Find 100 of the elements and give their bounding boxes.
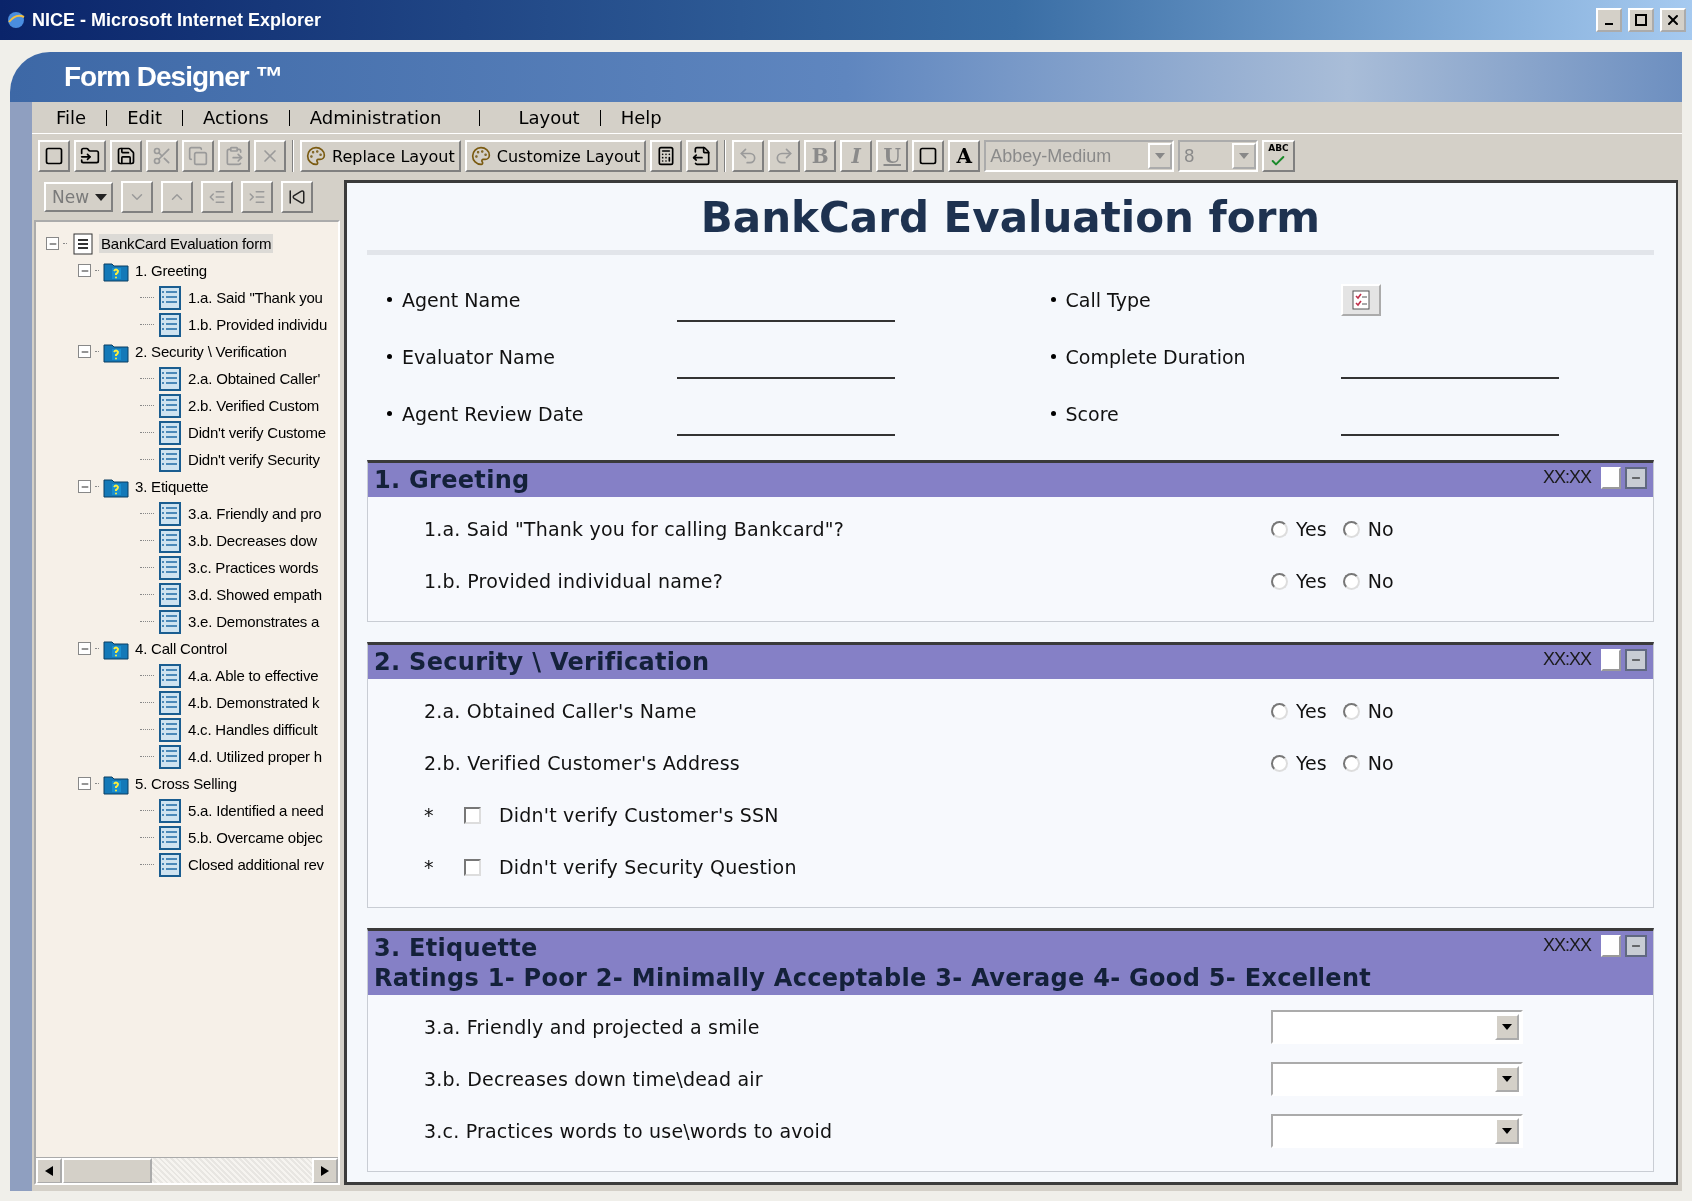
tree-item[interactable]: Didn't verify Security <box>186 450 322 469</box>
layout-button[interactable]: Replace Layout <box>300 140 461 172</box>
indent-icon <box>248 188 267 206</box>
tree-item[interactable]: 2. Security \ Verification <box>133 342 289 361</box>
calculator-button[interactable] <box>650 140 683 172</box>
scrollbar[interactable] <box>36 1157 338 1183</box>
tree-item[interactable]: 1.b. Provided individu <box>186 315 330 334</box>
tree-item[interactable]: 4.c. Handles difficult <box>186 720 320 739</box>
save-button[interactable] <box>110 140 142 172</box>
maximize-button[interactable] <box>1628 8 1654 32</box>
section-subtitle: Ratings 1- Poor 2- Minimally Acceptable 3- Average 4- Good 5- Excellent <box>374 963 1373 993</box>
collapse-button[interactable] <box>1625 467 1647 489</box>
dropdown-arrow-icon <box>1239 153 1250 159</box>
question-text: 2.a. Obtained Caller's Name <box>424 700 698 722</box>
tree-item[interactable]: 3.b. Decreases dow <box>186 531 319 550</box>
table-icon <box>158 312 182 337</box>
minimize-button[interactable] <box>1596 8 1622 32</box>
bullet-icon <box>1050 354 1056 359</box>
export-icon <box>692 146 713 166</box>
dropdown-arrow-icon <box>1502 1076 1512 1082</box>
tree-item[interactable]: 4.b. Demonstrated k <box>186 693 322 712</box>
rating-dropdown[interactable] <box>1271 1114 1523 1148</box>
spellcheck-button[interactable]: ABC <box>1262 140 1295 172</box>
menu-item[interactable]: Edit <box>113 107 176 128</box>
form-title: BankCard Evaluation form <box>367 183 1654 255</box>
collapse-toggle[interactable] <box>78 345 91 358</box>
question-text: 3.b. Decreases down time\dead air <box>424 1068 764 1090</box>
scroll-left-icon <box>45 1166 53 1176</box>
tree-item[interactable]: Closed additional rev <box>186 855 326 874</box>
collapse-toggle[interactable] <box>78 642 91 655</box>
tree-item[interactable]: 5.a. Identified a need <box>186 801 326 820</box>
new-button[interactable] <box>38 140 70 172</box>
radio-button[interactable] <box>1271 702 1288 720</box>
table-icon <box>158 393 182 418</box>
section-title: 3. Etiquette <box>374 933 539 963</box>
radio-button[interactable] <box>1342 702 1360 720</box>
menu-item[interactable]: File <box>42 107 101 128</box>
section-time: XX:XX <box>1542 935 1591 956</box>
bullet-icon <box>1050 411 1056 416</box>
checkbox[interactable] <box>464 806 481 824</box>
tree-item[interactable]: 3. Etiquette <box>133 477 211 496</box>
menu-item[interactable]: Layout <box>504 107 594 128</box>
radio-button[interactable] <box>1342 520 1360 538</box>
first-button[interactable] <box>281 181 314 213</box>
tree-item[interactable]: 3.a. Friendly and pro <box>186 504 324 523</box>
table-icon <box>158 690 182 715</box>
tree-item[interactable]: 1.a. Said "Thank you <box>186 288 325 307</box>
option-label: Yes <box>1296 570 1327 592</box>
color-button[interactable] <box>912 140 945 172</box>
section-time: XX:XX <box>1542 649 1591 670</box>
export-button[interactable] <box>686 140 719 172</box>
tree-item[interactable]: 3.e. Demonstrates a <box>186 612 322 631</box>
table-icon <box>158 663 182 688</box>
table-icon <box>158 852 182 877</box>
palette-icon <box>470 146 491 166</box>
menu-item[interactable]: Actions <box>189 107 283 128</box>
layout-button[interactable]: Customize Layout <box>464 140 647 172</box>
radio-button[interactable] <box>1342 572 1360 590</box>
collapse-toggle[interactable] <box>78 480 91 493</box>
tree-item[interactable]: 2.a. Obtained Caller' <box>186 369 323 388</box>
tree-item[interactable]: BankCard Evaluation form <box>99 234 274 253</box>
collapse-button[interactable] <box>1625 935 1647 957</box>
copy-icon <box>188 146 208 166</box>
format-button[interactable]: A <box>948 140 981 172</box>
tree-item[interactable]: 2.b. Verified Custom <box>186 396 322 415</box>
open-button[interactable] <box>74 140 106 172</box>
save-icon <box>116 146 136 166</box>
tree-item[interactable]: 5. Cross Selling <box>133 774 239 793</box>
question-text: Didn't verify Customer's SSN <box>499 804 780 826</box>
question-text: 3.c. Practices words to use\words to avoid <box>424 1120 834 1142</box>
radio-button[interactable] <box>1271 520 1288 538</box>
checkbox[interactable] <box>464 858 481 876</box>
tree-item[interactable]: Didn't verify Custome <box>186 423 328 442</box>
picker-button[interactable] <box>1340 283 1381 316</box>
tree-item[interactable]: 4. Call Control <box>133 639 230 658</box>
rating-dropdown[interactable] <box>1271 1010 1523 1044</box>
table-icon <box>158 555 182 580</box>
menu-item[interactable]: Administration <box>295 107 456 128</box>
rating-dropdown[interactable] <box>1271 1062 1523 1096</box>
document-icon <box>71 231 95 256</box>
tree-item[interactable]: 4.d. Utilized proper h <box>186 747 324 766</box>
radio-button[interactable] <box>1271 754 1288 772</box>
table-icon <box>158 528 182 553</box>
tree-item[interactable]: 1. Greeting <box>133 261 209 280</box>
collapse-toggle[interactable] <box>46 237 59 250</box>
question-text: Didn't verify Security Question <box>499 856 798 878</box>
collapse-button[interactable] <box>1625 649 1647 671</box>
redo-icon <box>774 146 795 166</box>
menu-item[interactable]: Help <box>606 107 676 128</box>
tree-item[interactable]: 3.d. Showed empath <box>186 585 324 604</box>
tree-item[interactable]: 4.a. Able to effective <box>186 666 321 685</box>
radio-button[interactable] <box>1342 754 1360 772</box>
bullet-icon <box>387 411 392 416</box>
collapse-toggle[interactable] <box>78 777 91 790</box>
radio-button[interactable] <box>1271 572 1288 590</box>
tree-item[interactable]: 3.c. Practices words <box>186 558 321 577</box>
collapse-toggle[interactable] <box>78 264 91 277</box>
field-label: Agent Review Date <box>402 402 585 425</box>
close-button[interactable] <box>1660 8 1686 32</box>
tree-item[interactable]: 5.b. Overcame objec <box>186 828 325 847</box>
